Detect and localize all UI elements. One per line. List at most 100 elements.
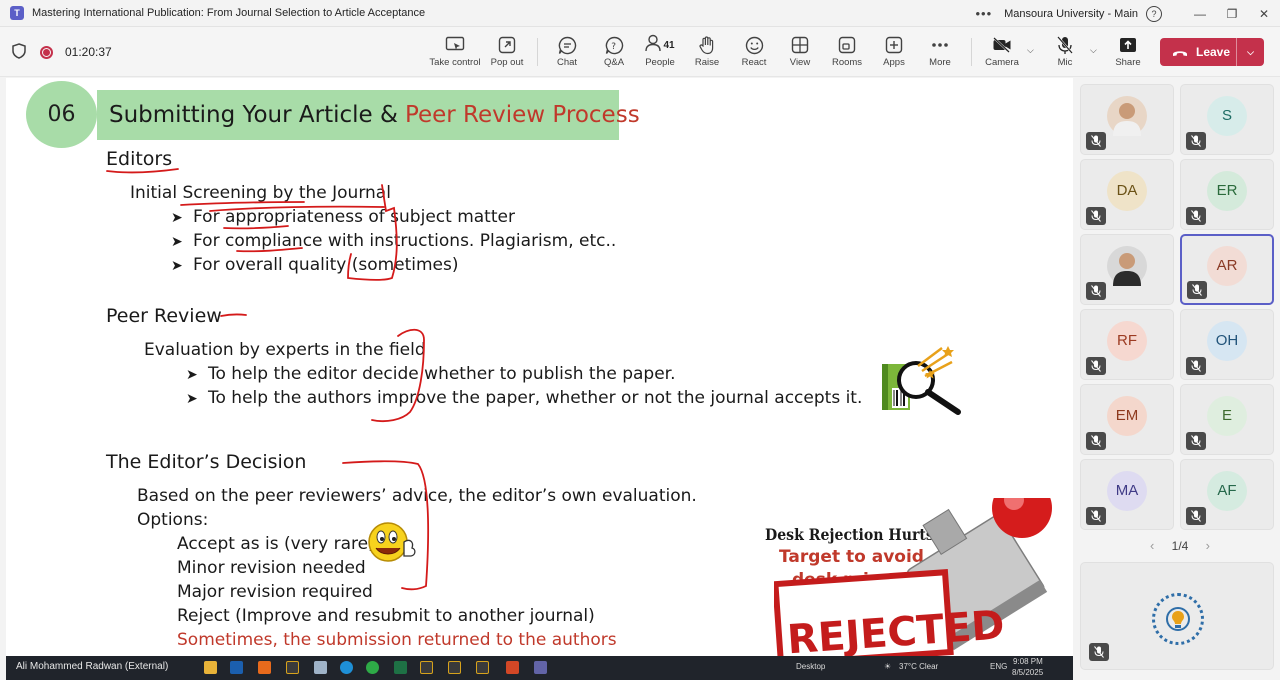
option-item: Accept as is (very rare) [177, 534, 375, 554]
list-item: ➤ To help the editor decide whether to pu… [186, 364, 676, 384]
excel-icon[interactable] [394, 661, 407, 674]
participant-tile[interactable]: E [1180, 384, 1274, 455]
options-label: Options: [137, 510, 209, 530]
participant-avatar: RF [1107, 320, 1147, 361]
app-icon[interactable] [230, 661, 243, 674]
take-control-icon [445, 35, 465, 55]
muted-mic-icon [1086, 282, 1106, 300]
clock-time[interactable]: 9:08 PM [1013, 657, 1043, 666]
option-item: Major revision required [177, 582, 373, 602]
people-count: 41 [663, 39, 675, 51]
app-icon[interactable] [314, 661, 327, 674]
file-explorer-icon[interactable] [204, 661, 217, 674]
mic-off-icon [1057, 35, 1073, 55]
arrow-bullet-icon: ➤ [171, 258, 183, 274]
window-title: Mastering International Publication: Fro… [32, 7, 426, 19]
muted-mic-icon [1086, 432, 1106, 450]
rejected-stamp-illustration: REJECTED [774, 498, 1052, 656]
participant-tile[interactable]: ER [1180, 159, 1274, 230]
camera-button[interactable]: Camera [974, 35, 1030, 68]
participant-tile[interactable]: OH [1180, 309, 1274, 380]
app-icon[interactable] [448, 661, 461, 674]
toolbar-divider [537, 38, 538, 66]
university-logo-icon [1152, 593, 1204, 645]
list-item: ➤ For overall quality (sometimes) [171, 255, 459, 275]
camera-options-chevron-icon[interactable]: ⌵ [1027, 45, 1034, 56]
participant-avatar: MA [1107, 470, 1147, 511]
participant-tile[interactable]: AF [1180, 459, 1274, 530]
app-icon[interactable] [476, 661, 489, 674]
leave-button[interactable]: Leave ⌵ [1160, 38, 1264, 66]
presenter-name: Ali Mohammed Radwan (External) [16, 661, 169, 672]
restore-button[interactable]: ❐ [1216, 7, 1248, 21]
teams-icon[interactable] [534, 661, 547, 674]
self-video-tile[interactable] [1080, 562, 1274, 670]
editors-heading: Editors [106, 148, 173, 170]
phone-hangup-icon [1172, 45, 1188, 60]
peer-review-heading: Peer Review [106, 305, 222, 327]
shield-icon[interactable] [12, 42, 26, 62]
people-icon [645, 34, 662, 57]
help-icon[interactable]: ? [1146, 5, 1162, 22]
participant-avatar: ER [1207, 170, 1247, 211]
powerpoint-icon[interactable] [506, 661, 519, 674]
returned-note: Sometimes, the submission returned to th… [177, 630, 617, 650]
participant-avatar: AF [1207, 470, 1247, 511]
organization-name[interactable]: Mansoura University - Main [1004, 8, 1138, 20]
mic-options-chevron-icon[interactable]: ⌵ [1090, 45, 1097, 56]
muted-mic-icon [1086, 132, 1106, 150]
muted-mic-icon [1089, 643, 1109, 661]
edge-icon[interactable] [340, 661, 353, 674]
weather-status[interactable]: 37°C Clear [899, 662, 938, 671]
minimize-button[interactable]: — [1184, 7, 1216, 21]
next-page-chevron-icon[interactable]: › [1206, 538, 1210, 553]
participant-photo [1107, 95, 1147, 136]
desktop-label[interactable]: Desktop [796, 662, 825, 671]
language-indicator[interactable]: ENG [990, 662, 1007, 671]
participant-tile[interactable]: S [1180, 84, 1274, 155]
app-icon[interactable] [258, 661, 271, 674]
list-item: ➤ For compliance with instructions. Plagi… [171, 231, 617, 251]
more-button[interactable]: More [912, 35, 968, 68]
arrow-bullet-icon: ➤ [171, 210, 183, 226]
participant-tile[interactable]: DA [1080, 159, 1174, 230]
muted-mic-icon [1186, 132, 1206, 150]
participant-tile[interactable]: AR [1180, 234, 1274, 305]
rooms-icon [838, 35, 856, 55]
list-item: ➤ For appropriateness of subject matter [171, 207, 515, 227]
participant-avatar: OH [1207, 320, 1247, 361]
participant-tile[interactable]: EM [1080, 384, 1174, 455]
share-button[interactable]: Share [1100, 35, 1156, 68]
participant-tile[interactable] [1080, 234, 1174, 305]
clock-date[interactable]: 8/5/2025 [1012, 668, 1043, 677]
mic-button[interactable]: Mic [1037, 35, 1093, 68]
list-item: ➤ To help the authors improve the paper, … [186, 388, 863, 408]
participant-photo [1107, 245, 1147, 286]
arrow-bullet-icon: ➤ [186, 391, 198, 407]
app-icon[interactable] [420, 661, 433, 674]
chrome-icon[interactable] [366, 661, 379, 674]
app-icon[interactable] [286, 661, 299, 674]
camera-off-icon [992, 35, 1012, 55]
participant-avatar: S [1207, 95, 1247, 136]
muted-mic-icon [1086, 357, 1106, 375]
magnifier-book-illustration [882, 346, 961, 415]
screening-line: Initial Screening by the Journal [130, 183, 391, 203]
chat-icon [558, 35, 577, 55]
participant-tile[interactable]: MA [1080, 459, 1174, 530]
participant-tile[interactable]: RF [1080, 309, 1174, 380]
leave-options-chevron-icon[interactable]: ⌵ [1236, 38, 1264, 66]
more-options-icon[interactable]: ••• [975, 6, 992, 21]
prev-page-chevron-icon[interactable]: ‹ [1150, 538, 1154, 553]
close-button[interactable]: ✕ [1248, 7, 1280, 21]
taskbar: Ali Mohammed Radwan (External) Desktop ☀… [6, 656, 1073, 680]
pop-out-button[interactable]: Pop out [479, 35, 535, 68]
participant-tile[interactable] [1080, 84, 1174, 155]
take-control-button[interactable]: Take control [427, 35, 483, 68]
arrow-bullet-icon: ➤ [171, 234, 183, 250]
view-icon [791, 35, 809, 55]
svg-text:?: ? [611, 42, 616, 52]
participant-avatar: DA [1107, 170, 1147, 211]
qa-icon: ? [605, 35, 624, 55]
slide-title: Submitting Your Article & Peer Review Pr… [97, 90, 640, 140]
